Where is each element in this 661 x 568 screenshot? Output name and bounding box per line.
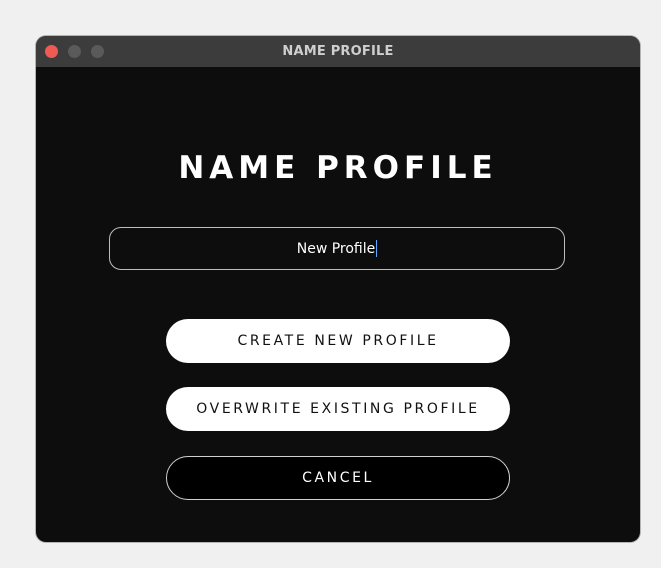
title-bar: NAME PROFILE xyxy=(36,36,640,67)
window-title: NAME PROFILE xyxy=(282,44,394,59)
cancel-button[interactable]: CANCEL xyxy=(166,456,510,500)
profile-name-input[interactable]: New Profile xyxy=(109,227,565,270)
close-window-button[interactable] xyxy=(45,45,58,58)
name-profile-window: NAME PROFILE NAME PROFILE New Profile CR… xyxy=(36,36,640,542)
create-new-profile-button[interactable]: CREATE NEW PROFILE xyxy=(166,319,510,363)
overwrite-existing-profile-button[interactable]: OVERWRITE EXISTING PROFILE xyxy=(166,387,510,431)
profile-name-value: New Profile xyxy=(296,240,376,257)
dialog-heading: NAME PROFILE xyxy=(178,150,498,186)
zoom-window-button[interactable] xyxy=(91,45,104,58)
minimize-window-button[interactable] xyxy=(68,45,81,58)
text-caret xyxy=(376,240,378,257)
window-controls xyxy=(45,45,104,58)
